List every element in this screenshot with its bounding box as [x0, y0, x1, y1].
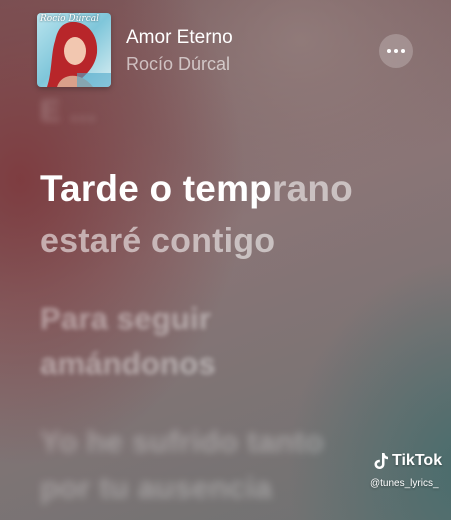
tiktok-watermark: TikTok — [373, 452, 442, 470]
lyric-unsung-portion: rano — [271, 168, 353, 209]
album-art[interactable]: Rocío Dúrcal — [37, 13, 111, 87]
track-artist[interactable]: Rocío Dúrcal — [126, 54, 230, 75]
lyric-line-upcoming[interactable]: Yo he sufrido tanto — [40, 424, 324, 460]
lyric-line-previous[interactable]: E ... — [40, 93, 96, 129]
tiktok-brand-label: TikTok — [392, 452, 443, 469]
more-options-button[interactable] — [379, 34, 413, 68]
lyric-sung-portion: Tarde o temp — [40, 168, 272, 209]
ellipsis-icon — [387, 49, 405, 53]
track-title: Amor Eterno — [126, 27, 233, 48]
album-cover-image — [47, 21, 111, 87]
lyric-line-upcoming[interactable]: por tu ausencia — [40, 470, 272, 506]
lyric-line-current-continued[interactable]: estaré contigo — [40, 222, 275, 261]
tiktok-handle: @tunes_lyrics_ — [370, 478, 439, 489]
lyric-line-next[interactable]: Para seguir — [40, 301, 211, 337]
lyric-line-next[interactable]: amándonos — [40, 346, 216, 382]
lyric-line-current[interactable]: Tarde o temprano — [40, 168, 353, 210]
tiktok-note-icon — [374, 453, 388, 469]
album-cover-text: Rocío Dúrcal — [40, 14, 99, 24]
